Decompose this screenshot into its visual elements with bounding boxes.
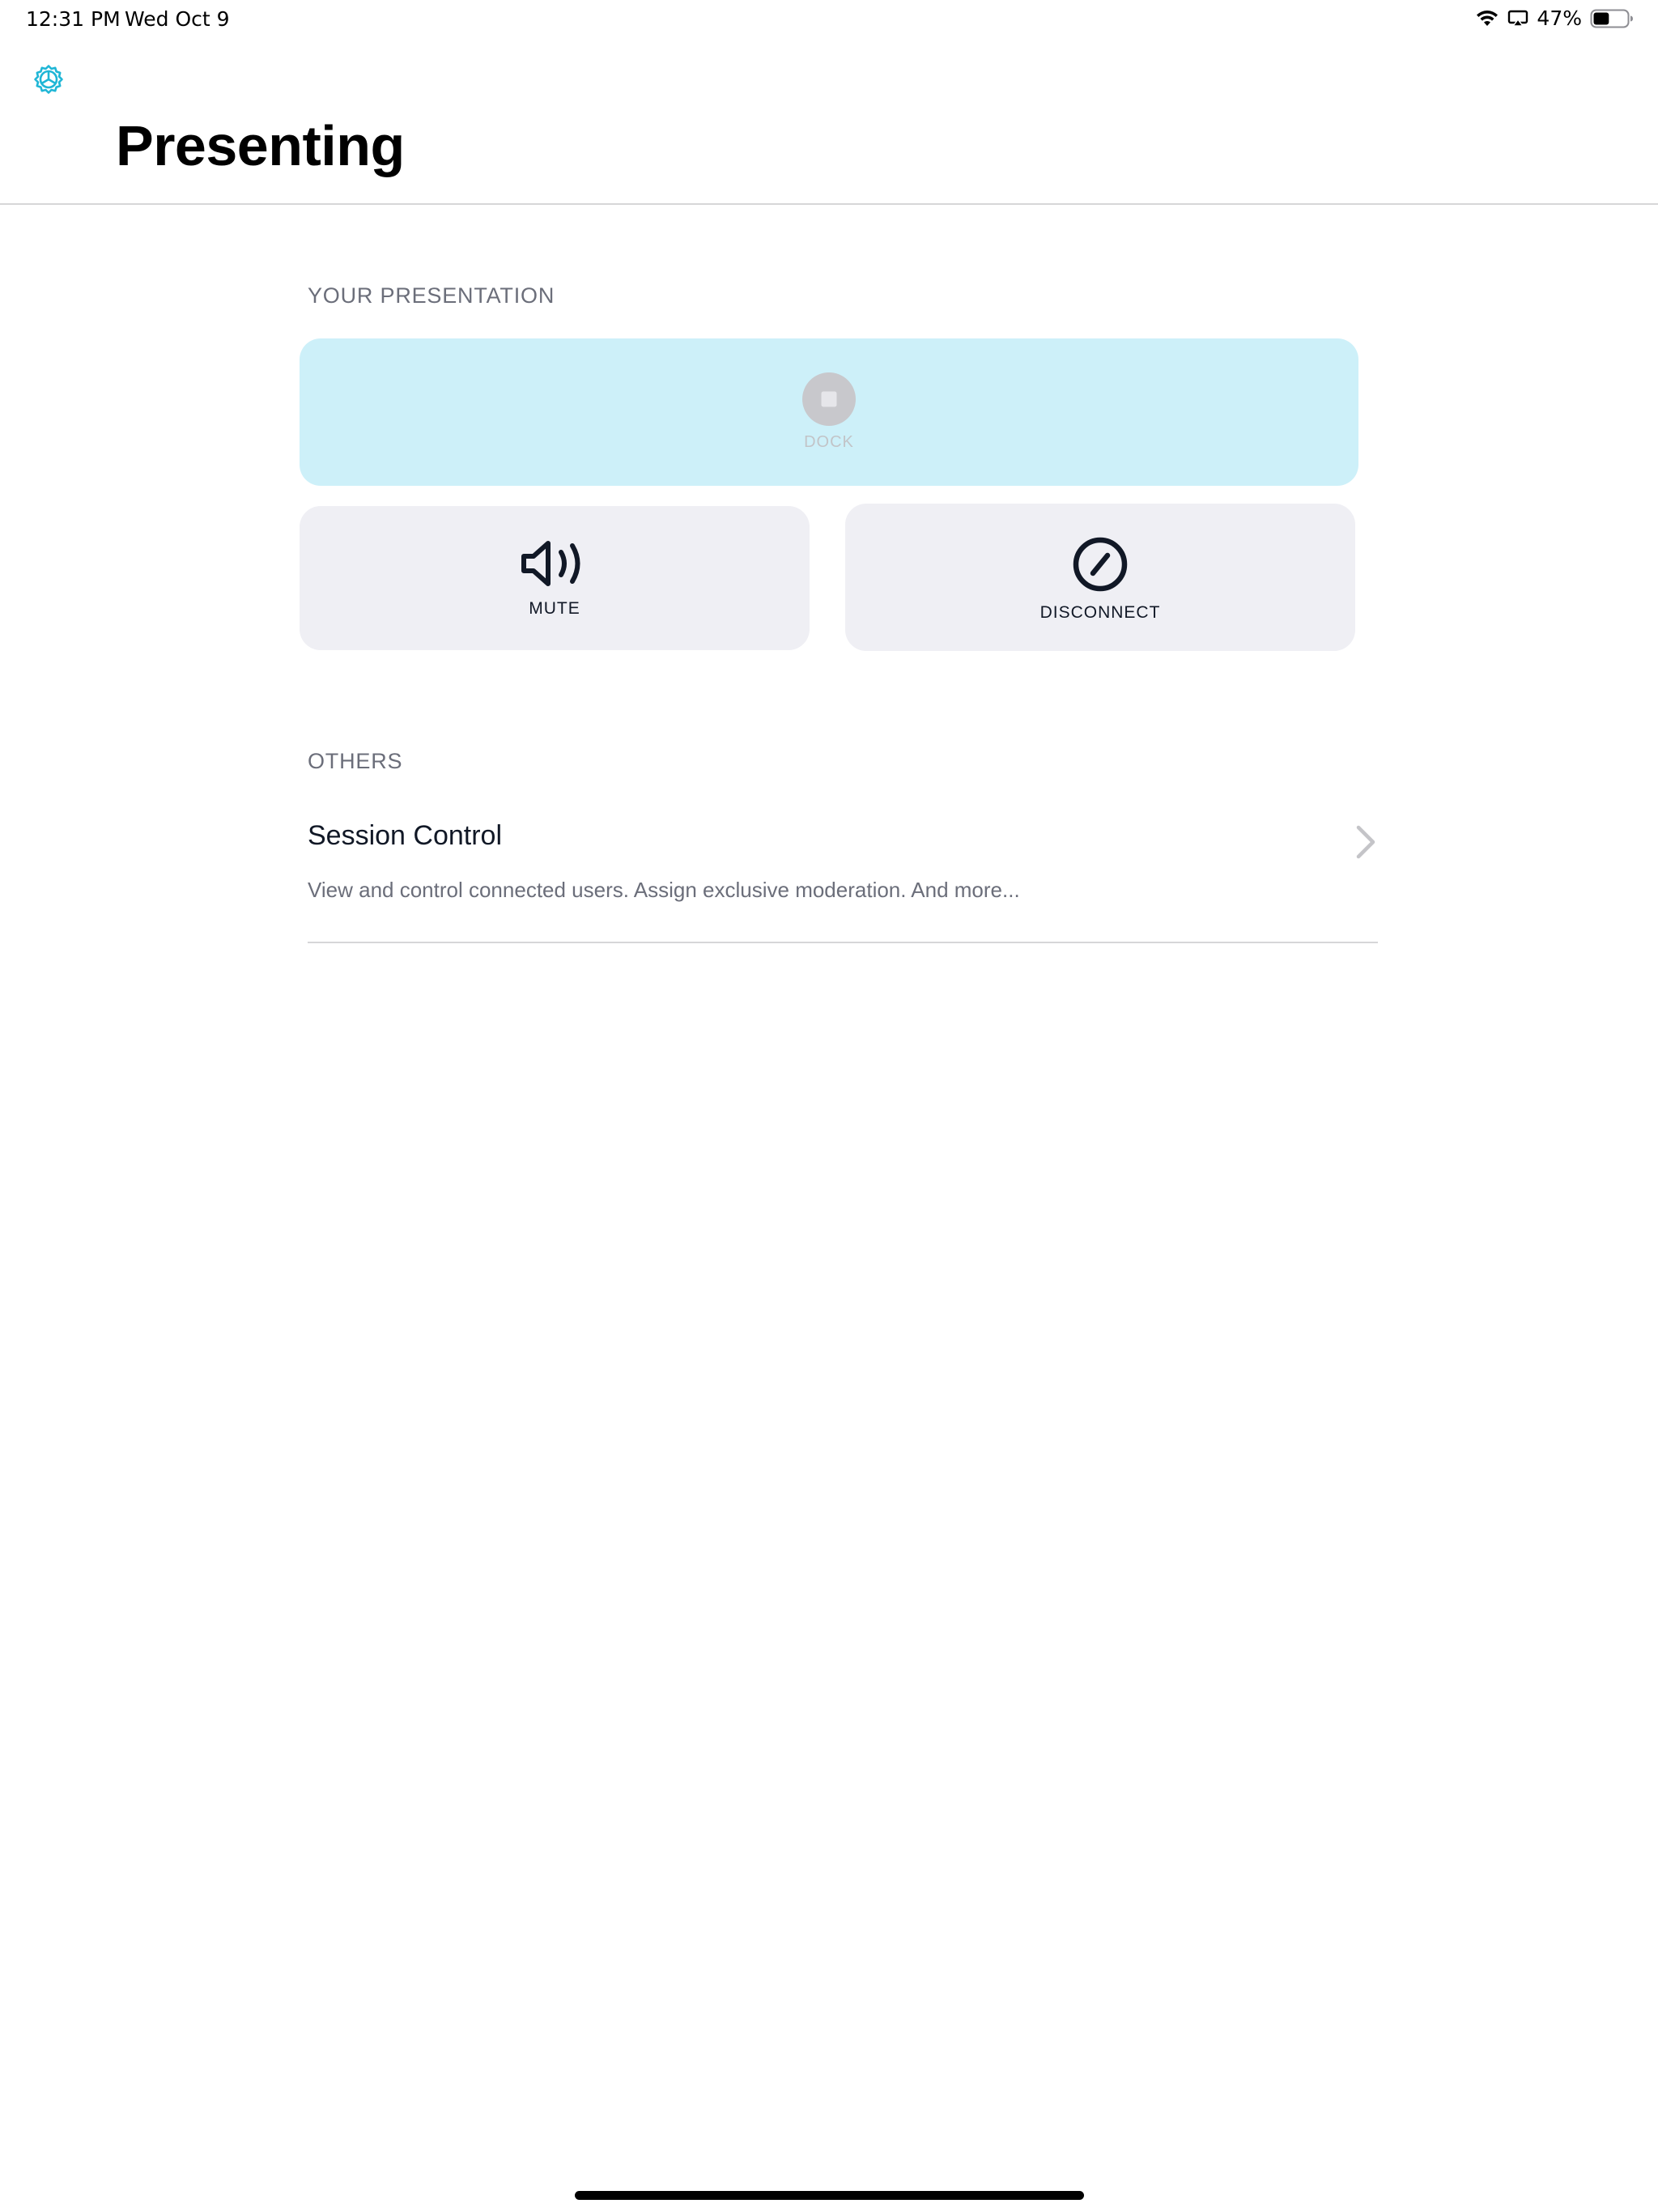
settings-button[interactable] <box>31 63 66 99</box>
status-time: 12:31 PM <box>26 7 121 31</box>
stop-circle-icon <box>801 372 857 427</box>
header-divider <box>0 203 1658 205</box>
status-indicators: 47% <box>1475 6 1634 30</box>
dock-button[interactable]: DOCK <box>300 338 1358 486</box>
speaker-wave-icon <box>521 538 589 593</box>
section-label-your-presentation: YOUR PRESENTATION <box>308 283 555 308</box>
disconnect-button[interactable]: DISCONNECT <box>845 504 1355 651</box>
battery-icon <box>1590 9 1634 28</box>
battery-percent: 47% <box>1537 6 1582 30</box>
list-item-subtitle: View and control connected users. Assign… <box>308 878 1020 902</box>
mute-label: MUTE <box>529 599 580 618</box>
chevron-right-icon <box>1354 823 1378 865</box>
list-item-session-control[interactable]: Session Control View and control connect… <box>308 806 1378 943</box>
dock-label: DOCK <box>804 433 854 451</box>
status-bar: 12:31 PM Wed Oct 9 47% <box>0 0 1658 39</box>
list-item-title: Session Control <box>308 820 503 851</box>
gear-icon <box>32 62 66 100</box>
disconnect-label: DISCONNECT <box>1039 603 1161 622</box>
page-title: Presenting <box>116 114 405 177</box>
app-screen: 12:31 PM Wed Oct 9 47% Presenting YOUR P… <box>0 0 1658 2212</box>
prohibit-icon <box>1072 536 1129 597</box>
section-label-others: OTHERS <box>308 749 403 773</box>
airplay-icon <box>1507 10 1528 28</box>
list-divider <box>308 942 1378 943</box>
home-indicator[interactable] <box>575 2191 1084 2200</box>
status-date: Wed Oct 9 <box>125 7 230 31</box>
wifi-icon <box>1475 10 1499 28</box>
mute-button[interactable]: MUTE <box>300 506 810 650</box>
